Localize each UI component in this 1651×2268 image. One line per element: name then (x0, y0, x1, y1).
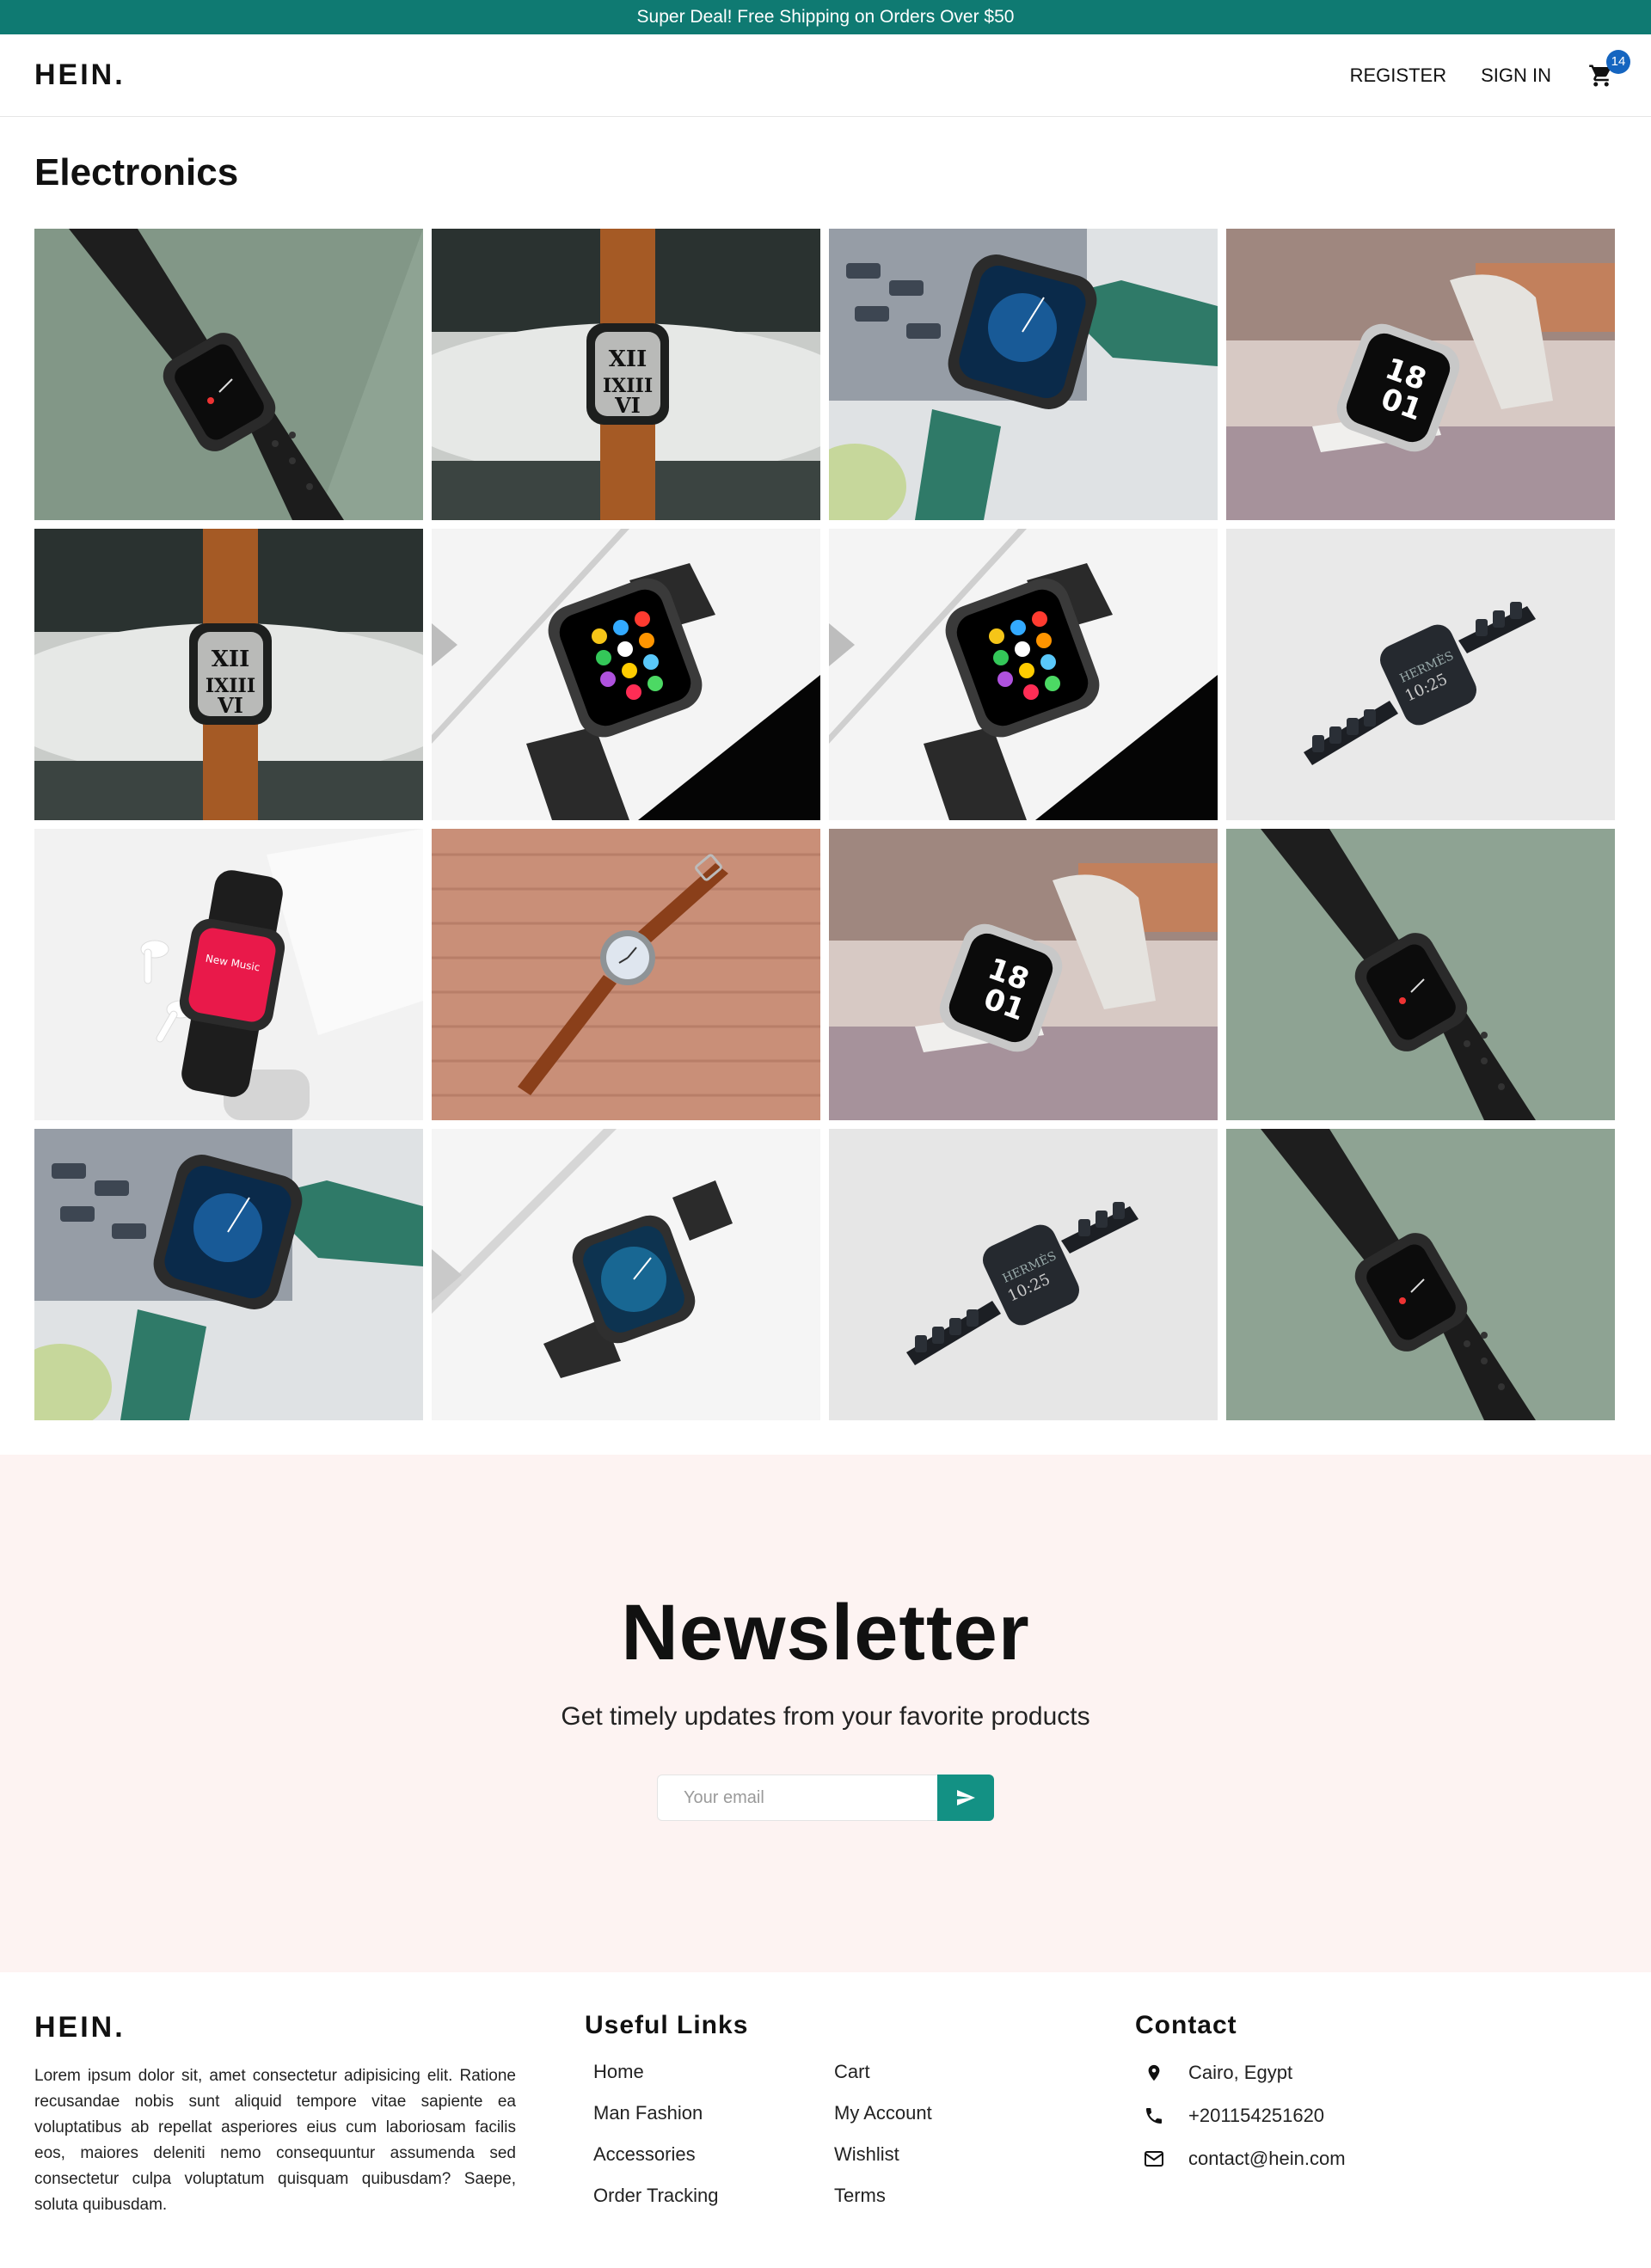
subscribe-button[interactable] (937, 1775, 994, 1821)
product-card[interactable]: HERMÈS 10:25 (1226, 529, 1615, 820)
product-image: 18 01 (1226, 229, 1615, 520)
product-grid: XII IXIII VI 18 01 XII IXIII VI HERMÈS 1… (34, 229, 1617, 1420)
product-card[interactable] (432, 529, 820, 820)
product-image (34, 1129, 423, 1420)
svg-text:VI: VI (217, 693, 243, 718)
footer-link-man-fashion[interactable]: Man Fashion (593, 2102, 834, 2124)
contact-list: Cairo, Egypt +201154251620 contact@hein.… (1135, 2061, 1617, 2171)
product-card[interactable]: New Music (34, 829, 423, 1120)
footer-about-column: HEIN. Lorem ipsum dolor sit, amet consec… (34, 2011, 585, 2268)
logo[interactable]: HEIN. (34, 58, 126, 92)
email-input[interactable] (657, 1775, 937, 1821)
footer-link-my-account[interactable]: My Account (834, 2102, 1075, 2124)
footer-link-home[interactable]: Home (593, 2061, 834, 2083)
footer-links-list: Home Cart Man Fashion My Account Accesso… (585, 2061, 1135, 2207)
product-card[interactable] (34, 1129, 423, 1420)
footer-links-column: Useful Links Home Cart Man Fashion My Ac… (585, 2011, 1135, 2268)
mail-icon (1144, 2147, 1164, 2171)
product-image (432, 1129, 820, 1420)
footer-logo[interactable]: HEIN. (34, 2011, 585, 2044)
product-image (34, 229, 423, 520)
product-image: XII IXIII VI (34, 529, 423, 820)
footer-link-terms[interactable]: Terms (834, 2185, 1075, 2207)
product-card[interactable] (34, 229, 423, 520)
newsletter-section: Newsletter Get timely updates from your … (0, 1455, 1651, 1972)
product-card[interactable] (829, 529, 1218, 820)
footer-contact-column: Contact Cairo, Egypt +201154251620 conta… (1135, 2011, 1617, 2268)
footer-about-text: Lorem ipsum dolor sit, amet consectetur … (34, 2067, 516, 2214)
announcement-text: Super Deal! Free Shipping on Orders Over… (636, 7, 1015, 27)
product-card[interactable] (432, 1129, 820, 1420)
footer-link-accessories[interactable]: Accessories (593, 2143, 834, 2166)
product-card[interactable] (829, 229, 1218, 520)
product-card[interactable] (432, 829, 820, 1120)
category-title: Electronics (34, 151, 239, 193)
svg-text:XII: XII (609, 346, 648, 372)
product-image: 18 01 (829, 829, 1218, 1120)
cart-button[interactable]: 14 (1586, 49, 1630, 91)
product-card[interactable] (1226, 829, 1615, 1120)
product-image (1226, 829, 1615, 1120)
site-footer: HEIN. Lorem ipsum dolor sit, amet consec… (0, 1972, 1651, 2268)
send-icon (957, 1790, 975, 1805)
contact-phone: +201154251620 (1144, 2104, 1617, 2128)
product-card[interactable] (1226, 1129, 1615, 1420)
product-image (432, 529, 820, 820)
product-image: HERMÈS 10:25 (1226, 529, 1615, 820)
site-header: HEIN. REGISTER SIGN IN 14 (0, 34, 1651, 117)
product-card[interactable]: XII IXIII VI (432, 229, 820, 520)
footer-links-heading: Useful Links (585, 2011, 749, 2039)
product-card[interactable]: XII IXIII VI (34, 529, 423, 820)
phone-icon (1144, 2104, 1164, 2128)
svg-text:VI: VI (614, 393, 641, 418)
product-image (432, 829, 820, 1120)
product-image (829, 229, 1218, 520)
svg-text:XII: XII (212, 647, 250, 672)
contact-address: Cairo, Egypt (1144, 2061, 1617, 2085)
product-card[interactable]: HERMÈS 10:25 (829, 1129, 1218, 1420)
location-pin-icon (1144, 2061, 1164, 2085)
newsletter-title: Newsletter (621, 1589, 1030, 1676)
newsletter-subtitle: Get timely updates from your favorite pr… (561, 1702, 1090, 1731)
footer-link-order-tracking[interactable]: Order Tracking (593, 2185, 834, 2207)
footer-link-cart[interactable]: Cart (834, 2061, 1075, 2083)
contact-email-text[interactable]: contact@hein.com (1188, 2148, 1346, 2170)
product-card[interactable]: 18 01 (1226, 229, 1615, 520)
product-image: New Music (34, 829, 423, 1120)
product-card[interactable]: 18 01 (829, 829, 1218, 1120)
register-link[interactable]: REGISTER (1350, 64, 1446, 87)
contact-phone-text[interactable]: +201154251620 (1188, 2105, 1324, 2127)
contact-email: contact@hein.com (1144, 2147, 1617, 2171)
signin-link[interactable]: SIGN IN (1481, 64, 1551, 87)
product-image (1226, 1129, 1615, 1420)
product-image: HERMÈS 10:25 (829, 1129, 1218, 1420)
cart-count-badge: 14 (1606, 49, 1630, 74)
newsletter-form (657, 1775, 994, 1821)
product-image: XII IXIII VI (432, 229, 820, 520)
announcement-bar: Super Deal! Free Shipping on Orders Over… (0, 0, 1651, 34)
header-nav: REGISTER SIGN IN 14 (1350, 49, 1630, 91)
product-image (829, 529, 1218, 820)
footer-contact-heading: Contact (1135, 2011, 1237, 2039)
footer-link-wishlist[interactable]: Wishlist (834, 2143, 1075, 2166)
contact-address-text: Cairo, Egypt (1188, 2062, 1293, 2083)
